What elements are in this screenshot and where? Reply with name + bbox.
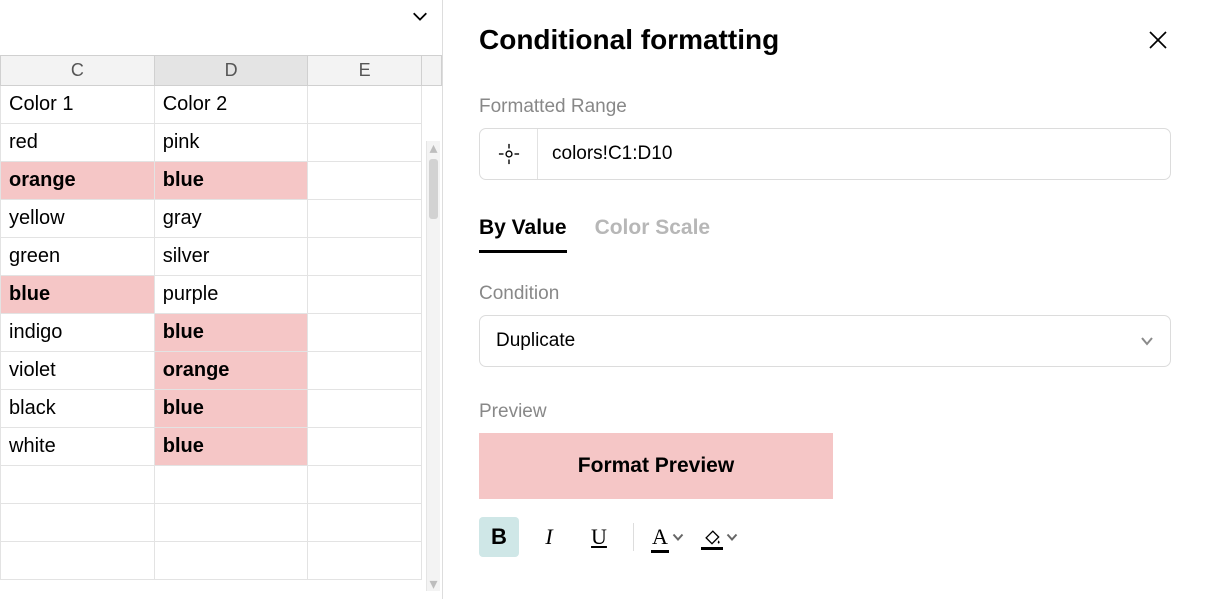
cell[interactable]: black [1, 390, 155, 428]
table-row[interactable]: bluepurple [1, 276, 442, 314]
preview-label: Preview [479, 401, 1171, 423]
cell[interactable] [154, 542, 308, 580]
cell[interactable] [154, 466, 308, 504]
cell[interactable]: white [1, 428, 155, 466]
text-color-button[interactable]: A [648, 524, 688, 550]
cell[interactable] [308, 466, 421, 504]
cell[interactable] [308, 504, 421, 542]
table-row[interactable] [1, 504, 442, 542]
condition-label: Condition [479, 283, 1171, 305]
range-label: Formatted Range [479, 96, 1171, 118]
table-row[interactable]: yellowgray [1, 200, 442, 238]
scroll-down-arrow[interactable]: ▾ [429, 579, 438, 589]
bold-button[interactable]: B [479, 517, 519, 557]
cell[interactable] [154, 504, 308, 542]
table-row[interactable]: violetorange [1, 352, 442, 390]
cell[interactable]: orange [1, 162, 155, 200]
col-header-C[interactable]: C [1, 56, 155, 86]
tab-by-value[interactable]: By Value [479, 216, 567, 253]
format-toolbar: B I U A [479, 517, 1171, 557]
cell[interactable]: yellow [1, 200, 155, 238]
cell[interactable] [308, 86, 421, 124]
cell[interactable]: Color 1 [1, 86, 155, 124]
tabs: By Value Color Scale [479, 216, 1171, 253]
cell[interactable] [1, 466, 155, 504]
cell[interactable]: blue [1, 276, 155, 314]
format-preview: Format Preview [479, 433, 833, 499]
col-header-E[interactable]: E [308, 56, 421, 86]
cell[interactable] [308, 352, 421, 390]
cell[interactable] [1, 504, 155, 542]
conditional-formatting-panel: Conditional formatting Formatted Range B… [443, 0, 1207, 599]
table-row[interactable]: whiteblue [1, 428, 442, 466]
condition-value: Duplicate [496, 330, 575, 352]
scroll-up-arrow[interactable]: ▴ [429, 143, 438, 153]
cell[interactable]: gray [154, 200, 308, 238]
close-button[interactable] [1145, 27, 1171, 53]
cell[interactable] [308, 124, 421, 162]
cell[interactable]: blue [154, 162, 308, 200]
scroll-thumb[interactable] [429, 159, 438, 219]
collapse-toggle[interactable] [410, 7, 430, 25]
table-row[interactable]: redpink [1, 124, 442, 162]
col-header-D[interactable]: D [154, 56, 308, 86]
vertical-scrollbar[interactable]: ▴ ▾ [426, 141, 440, 591]
cell[interactable] [308, 390, 421, 428]
toolbar-separator [633, 523, 634, 551]
cell[interactable]: blue [154, 428, 308, 466]
table-row[interactable]: blackblue [1, 390, 442, 428]
cell[interactable] [308, 428, 421, 466]
cell[interactable] [308, 162, 421, 200]
cell[interactable]: Color 2 [154, 86, 308, 124]
underline-button[interactable]: U [579, 517, 619, 557]
tab-color-scale[interactable]: Color Scale [595, 216, 711, 253]
cell[interactable]: purple [154, 276, 308, 314]
italic-button[interactable]: I [529, 517, 569, 557]
cell[interactable]: violet [1, 352, 155, 390]
paint-bucket-icon [702, 527, 722, 547]
table-row[interactable]: orangeblue [1, 162, 442, 200]
cell[interactable]: orange [154, 352, 308, 390]
cell[interactable]: pink [154, 124, 308, 162]
table-row[interactable]: greensilver [1, 238, 442, 276]
range-input[interactable] [538, 129, 1170, 179]
panel-title: Conditional formatting [479, 24, 779, 56]
grid[interactable]: CDE Color 1Color 2redpinkorangeblueyello… [0, 55, 442, 580]
cell[interactable]: blue [154, 314, 308, 352]
chevron-down-icon [726, 528, 738, 546]
chevron-down-icon [672, 528, 684, 546]
cell[interactable]: blue [154, 390, 308, 428]
cell[interactable] [308, 276, 421, 314]
table-row[interactable] [1, 542, 442, 580]
cell[interactable] [1, 542, 155, 580]
cell[interactable]: red [1, 124, 155, 162]
cell[interactable]: silver [154, 238, 308, 276]
cell[interactable] [308, 314, 421, 352]
range-picker-icon[interactable] [480, 129, 538, 179]
table-row[interactable]: Color 1Color 2 [1, 86, 442, 124]
cell[interactable] [308, 238, 421, 276]
chevron-down-icon [1140, 330, 1154, 352]
cell[interactable]: indigo [1, 314, 155, 352]
cell[interactable] [308, 542, 421, 580]
condition-select[interactable]: Duplicate [479, 315, 1171, 367]
fill-color-button[interactable] [698, 527, 742, 547]
table-row[interactable] [1, 466, 442, 504]
cell[interactable]: green [1, 238, 155, 276]
range-field[interactable] [479, 128, 1171, 180]
table-row[interactable]: indigoblue [1, 314, 442, 352]
cell[interactable] [308, 200, 421, 238]
spreadsheet-pane: CDE Color 1Color 2redpinkorangeblueyello… [0, 0, 443, 599]
